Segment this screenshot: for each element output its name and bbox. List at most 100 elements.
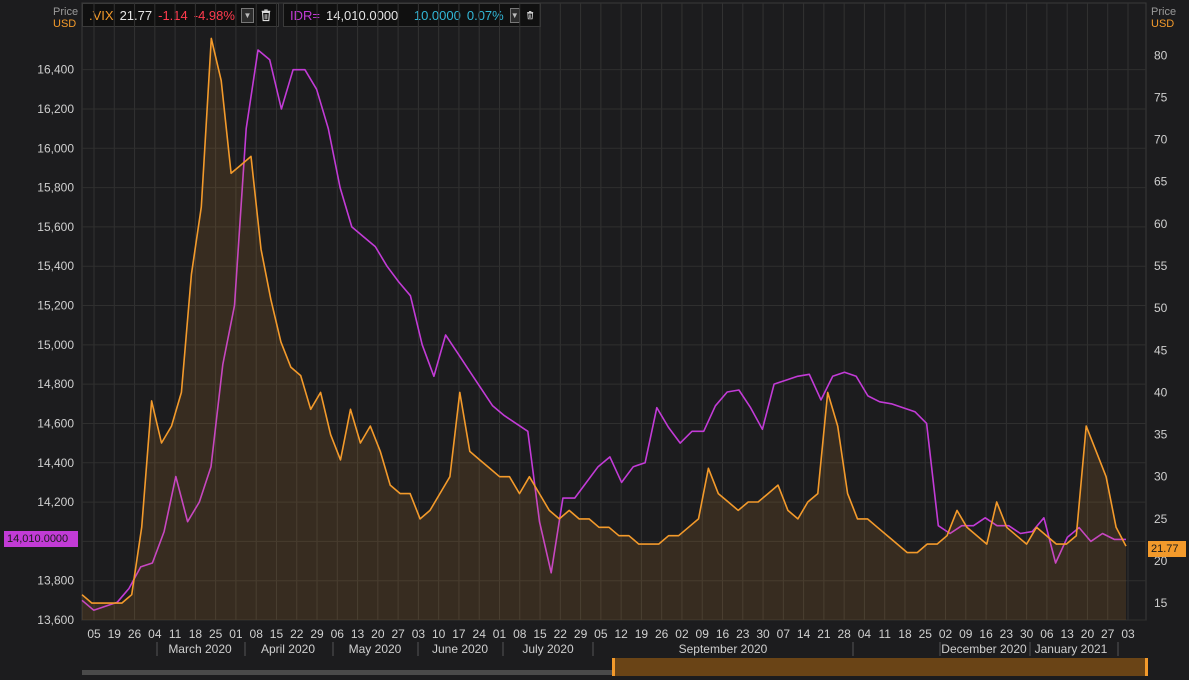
x-tick-label: 04	[148, 627, 162, 641]
right-axis-label-bottom: USD	[1151, 18, 1175, 30]
vix-area	[82, 38, 1126, 620]
left-tick-label: 14,400	[37, 456, 74, 470]
x-tick-label: 28	[837, 627, 851, 641]
left-tick-label: 13,800	[37, 574, 74, 588]
left-axis-label-top: Price	[53, 6, 79, 18]
left-tick-label: 13,600	[37, 613, 74, 627]
x-tick-label: 13	[1060, 627, 1074, 641]
x-tick-label: 07	[777, 627, 791, 641]
left-tick-label: 15,600	[37, 220, 74, 234]
idr-price-tag: 14,010.0000	[4, 531, 78, 547]
right-tick-label: 80	[1154, 48, 1168, 62]
trash-icon[interactable]	[260, 8, 272, 22]
x-tick-label: 12	[614, 627, 628, 641]
left-tick-label: 16,000	[37, 141, 74, 155]
right-tick-label: 25	[1154, 512, 1168, 526]
x-tick-label: 01	[493, 627, 507, 641]
x-tick-label: 15	[533, 627, 547, 641]
chevron-down-icon[interactable]: ▼	[240, 7, 255, 23]
legend-vix-symbol[interactable]: .VIX	[89, 8, 114, 23]
x-tick-label: 02	[939, 627, 953, 641]
legend-vix-last: 21.77	[119, 7, 153, 23]
x-tick-label: 22	[554, 627, 568, 641]
x-month-label: January 2021	[1035, 642, 1108, 656]
x-tick-label: 05	[594, 627, 608, 641]
left-axis-header: Price USD	[53, 6, 78, 30]
legend-idr-change: 10.0000	[413, 7, 461, 23]
x-tick-label: 18	[189, 627, 203, 641]
legend-vix[interactable]: .VIX 21.77 -1.14 -4.98% ▼	[82, 3, 279, 27]
x-tick-label: 01	[229, 627, 243, 641]
legend-vix-change-pct: -4.98%	[193, 7, 235, 23]
left-tick-label: 15,400	[37, 259, 74, 273]
x-tick-label: 05	[87, 627, 101, 641]
left-tick-label: 15,200	[37, 299, 74, 313]
x-tick-label: 25	[209, 627, 223, 641]
x-tick-label: 08	[513, 627, 527, 641]
x-tick-label: 30	[756, 627, 770, 641]
x-month-label: June 2020	[432, 642, 488, 656]
x-tick-label: 29	[574, 627, 588, 641]
x-tick-label: 14	[797, 627, 811, 641]
left-tick-label: 15,000	[37, 338, 74, 352]
x-tick-label: 27	[1101, 627, 1115, 641]
x-tick-label: 03	[412, 627, 426, 641]
x-tick-label: 29	[310, 627, 324, 641]
chevron-down-icon[interactable]: ▼	[509, 7, 520, 23]
x-tick-label: 16	[716, 627, 730, 641]
x-tick-label: 03	[1121, 627, 1135, 641]
x-tick-label: 20	[371, 627, 385, 641]
x-tick-label: 06	[1040, 627, 1054, 641]
x-tick-label: 25	[919, 627, 933, 641]
right-tick-label: 30	[1154, 470, 1168, 484]
x-tick-label: 13	[351, 627, 365, 641]
vix-series-line	[81, 37, 1127, 604]
right-axis-label-top: Price	[1151, 6, 1177, 18]
right-tick-label: 50	[1154, 301, 1168, 315]
x-tick-label: 17	[452, 627, 466, 641]
x-tick-label: 16	[979, 627, 993, 641]
right-tick-label: 65	[1154, 175, 1168, 189]
right-tick-label: 75	[1154, 90, 1168, 104]
right-tick-label: 15	[1154, 596, 1168, 610]
x-tick-label: 26	[128, 627, 142, 641]
x-tick-label: 30	[1020, 627, 1034, 641]
x-tick-label: 19	[108, 627, 122, 641]
x-tick-label: 19	[635, 627, 649, 641]
left-tick-label: 14,600	[37, 416, 74, 430]
x-tick-label: 09	[959, 627, 973, 641]
left-tick-label: 14,800	[37, 377, 74, 391]
x-month-label: July 2020	[522, 642, 574, 656]
x-tick-label: 24	[473, 627, 487, 641]
x-tick-label: 21	[817, 627, 831, 641]
x-month-label: September 2020	[679, 642, 768, 656]
x-tick-label: 06	[331, 627, 345, 641]
x-tick-label: 23	[1000, 627, 1014, 641]
x-tick-label: 26	[655, 627, 669, 641]
x-tick-label: 08	[250, 627, 264, 641]
chart-plot[interactable]: 05 19 26 04 11 18 25 01 08 15 22 29 06 13 20 27 03 10 17 24…	[0, 0, 1189, 680]
x-tick-label: 04	[858, 627, 872, 641]
legend-idr-last: 14,010.0000	[325, 7, 399, 23]
x-tick-label: 18	[898, 627, 912, 641]
left-tick-label: 16,200	[37, 102, 74, 116]
legend-idr[interactable]: IDR= 14,010.0000 10.0000 0.07% ▼	[283, 3, 541, 27]
x-tick-label: 15	[270, 627, 284, 641]
x-tick-label: 20	[1081, 627, 1095, 641]
right-tick-label: 40	[1154, 385, 1168, 399]
vix-price-tag: 21.77	[1148, 541, 1186, 557]
plot-frame	[81, 2, 1147, 621]
right-axis-header: Price USD	[1151, 6, 1176, 30]
right-tick-label: 70	[1154, 133, 1168, 147]
x-tick-label: 22	[290, 627, 304, 641]
trash-icon[interactable]	[526, 8, 534, 22]
legend-idr-change-pct: 0.07%	[466, 7, 504, 23]
x-tick-label: 11	[878, 627, 891, 641]
x-tick-label: 23	[736, 627, 750, 641]
legend-idr-symbol[interactable]: IDR=	[290, 8, 320, 23]
x-tick-label: 10	[432, 627, 446, 641]
x-month-label: March 2020	[168, 642, 232, 656]
right-tick-label: 45	[1154, 343, 1168, 357]
navigator-window[interactable]	[612, 658, 1148, 676]
right-tick-label: 55	[1154, 259, 1168, 273]
